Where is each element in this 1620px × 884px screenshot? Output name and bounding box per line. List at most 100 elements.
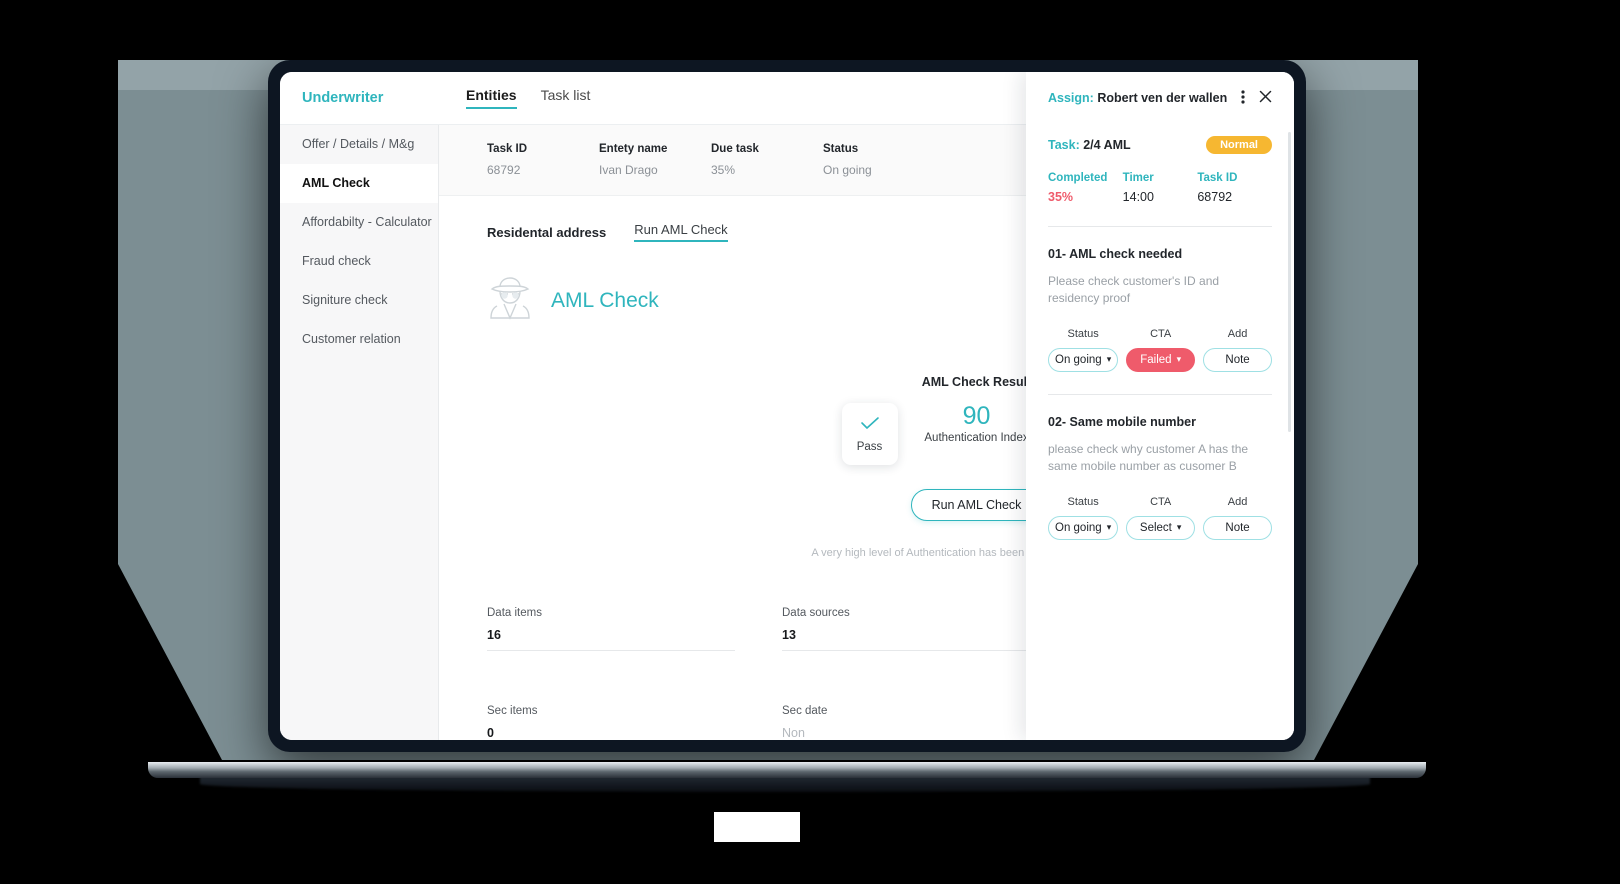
meta-entity-name: Entety name Ivan Drago: [599, 143, 711, 177]
meta-entity-name-value: Ivan Drago: [599, 163, 658, 177]
panel-header: Assign: Robert ven der wallen: [1048, 72, 1272, 124]
laptop-frame: Underwriter Entities Task list Offer / D…: [268, 60, 1306, 752]
task-kpis: Completed 35% Timer 14:00 Task ID 68792: [1048, 172, 1272, 204]
stat-sec-items-label: Sec items: [487, 705, 538, 717]
tab-entities[interactable]: Entities: [466, 87, 517, 109]
kpi-completed: Completed 35%: [1048, 172, 1123, 204]
meta-due-task-value: 35%: [711, 163, 736, 177]
kpi-timer-value: 14:00: [1122, 190, 1154, 204]
task-item-02-status-label: Status: [1067, 495, 1099, 508]
laptop-base-shadow: [200, 776, 1370, 792]
kpi-task-id: Task ID 68792: [1197, 172, 1272, 204]
meta-task-id-value: 68792: [487, 163, 521, 177]
sidebar-item-offer-details[interactable]: Offer / Details / M&g: [280, 125, 438, 164]
meta-due-task-label: Due task: [711, 143, 759, 155]
task-item-02-add-note-button[interactable]: Note: [1203, 515, 1272, 540]
task-item-02-status-value: On going: [1055, 521, 1102, 534]
stat-data-items: Data items 16: [487, 607, 735, 651]
tab-task-list[interactable]: Task list: [541, 87, 591, 109]
assign-label: Assign:: [1048, 91, 1094, 105]
task-item-01-add-value: Note: [1225, 353, 1250, 366]
task-item-02-add-label: Add: [1227, 495, 1248, 508]
task-label: Task:: [1048, 138, 1080, 152]
task-item-02-description: please check why customer A has the same…: [1048, 441, 1249, 474]
stat-data-sources-value: 13: [782, 628, 796, 642]
task-item-02-cta-value: Select: [1139, 521, 1172, 534]
panel-scrollbar[interactable]: [1288, 132, 1291, 432]
task-item-01-add-note-button[interactable]: Note: [1203, 347, 1272, 372]
sidebar-item-aml-check[interactable]: AML Check: [280, 164, 438, 203]
sidebar-item-signiture-check[interactable]: Signiture check: [280, 281, 438, 320]
task-item-01-status-label: Status: [1067, 327, 1099, 340]
sidebar-item-affordability-calculator[interactable]: Affordabilty - Calculator: [280, 203, 438, 242]
stat-sec-date: Sec date Non: [782, 705, 1030, 740]
task-summary-row: Task: 2/4 AML Normal: [1048, 136, 1272, 154]
authentication-index-label: Authentication Index: [924, 432, 1029, 445]
stat-data-items-value: 16: [487, 628, 501, 642]
task-item-02-add: Add Note: [1203, 496, 1272, 540]
aml-title: AML Check: [551, 288, 659, 312]
assign-value: Robert ven der wallen: [1097, 91, 1228, 105]
task-item-02-add-value: Note: [1225, 521, 1250, 534]
app-brand: Underwriter: [302, 90, 384, 106]
chevron-down-icon: ▾: [1176, 522, 1182, 533]
meta-status: Status On going: [823, 143, 935, 177]
sidebar-item-fraud-check[interactable]: Fraud check: [280, 242, 438, 281]
kpi-task-id-value: 68792: [1197, 190, 1233, 204]
laptop-screen: Underwriter Entities Task list Offer / D…: [280, 72, 1294, 740]
meta-status-value: On going: [823, 163, 872, 177]
authentication-index: 90 Authentication Index: [916, 403, 1038, 446]
stat-data-items-label: Data items: [487, 607, 542, 619]
section-tab-run-aml-check[interactable]: Run AML Check: [634, 222, 728, 242]
task-value: 2/4 AML: [1083, 138, 1131, 152]
stat-sec-items-value: 0: [487, 726, 494, 740]
chevron-down-icon: ▾: [1106, 522, 1112, 533]
kpi-completed-label: Completed: [1048, 172, 1108, 184]
task-item-01-add-label: Add: [1227, 327, 1248, 340]
chevron-down-icon: ▾: [1176, 354, 1182, 365]
run-aml-check-button[interactable]: Run AML Check: [910, 489, 1043, 521]
meta-status-label: Status: [823, 143, 859, 155]
task-item-02-status-select[interactable]: On going ▾: [1048, 515, 1119, 540]
stat-data-sources-label: Data sources: [782, 607, 850, 619]
check-icon: [860, 416, 880, 435]
task-item-02-cta-select[interactable]: Select ▾: [1126, 515, 1196, 540]
sidebar: Offer / Details / M&g AML Check Affordab…: [280, 125, 439, 740]
kpi-timer-label: Timer: [1122, 172, 1154, 184]
meta-entity-name-label: Entety name: [599, 143, 668, 155]
task-summary: Task: 2/4 AML: [1048, 138, 1131, 152]
task-item-01-title: 01- AML check needed: [1048, 247, 1183, 261]
stat-sec-date-value: Non: [782, 726, 805, 740]
status-badge: Normal: [1206, 136, 1272, 154]
kpi-task-id-label: Task ID: [1197, 172, 1238, 184]
task-item-02-cta-label: CTA: [1150, 495, 1172, 508]
kebab-menu-icon[interactable]: [1241, 89, 1245, 108]
stat-data-sources: Data sources 13: [782, 607, 1030, 651]
task-item-02-title: 02- Same mobile number: [1048, 414, 1196, 429]
task-item-01-cta-value: Failed: [1140, 353, 1172, 366]
stat-sec-items: Sec items 0: [487, 705, 735, 740]
task-item-01-status: Status On going ▾: [1048, 327, 1119, 372]
task-item-02-cta: CTA Select ▾: [1126, 495, 1196, 540]
panel-header-actions: [1241, 89, 1272, 108]
task-item-02-status: Status On going ▾: [1048, 495, 1119, 540]
task-item-01-cta: CTA Failed ▾: [1126, 328, 1196, 372]
task-item-02: 02- Same mobile number please check why …: [1048, 395, 1272, 540]
task-item-01-description: Please check customer's ID and residency…: [1048, 274, 1220, 306]
screenshot-stage: Underwriter Entities Task list Offer / D…: [0, 0, 1620, 884]
task-item-01-cta-select[interactable]: Failed ▾: [1126, 347, 1196, 372]
task-side-panel: Assign: Robert ven der wallen Task: 2/4 …: [1026, 72, 1294, 740]
sidebar-item-customer-relation[interactable]: Customer relation: [280, 320, 438, 359]
chevron-down-icon: ▾: [1106, 354, 1112, 365]
task-item-01-add: Add Note: [1203, 328, 1272, 372]
result-card-pass[interactable]: Pass: [841, 403, 898, 465]
close-icon[interactable]: [1259, 90, 1272, 106]
meta-task-id: Task ID 68792: [487, 143, 599, 177]
section-tab-residential-address[interactable]: Residental address: [487, 225, 606, 240]
aml-stats-grid: Data items 16 Data sources 13 Sec items …: [487, 607, 1047, 740]
task-item-01-status-value: On going: [1055, 353, 1102, 366]
meta-due-task: Due task 35%: [711, 143, 823, 177]
task-item-01-controls: Status On going ▾ CTA Failed ▾ Add Note: [1048, 328, 1272, 372]
task-item-02-controls: Status On going ▾ CTA Select ▾ Add Note: [1048, 496, 1272, 540]
task-item-01-status-select[interactable]: On going ▾: [1048, 347, 1119, 372]
